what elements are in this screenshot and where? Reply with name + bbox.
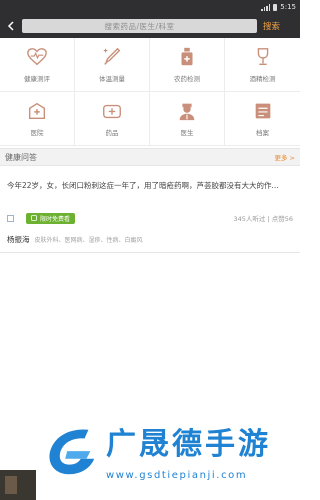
archive-icon (255, 103, 270, 119)
grid-item-archive[interactable]: 档案 (225, 92, 300, 146)
grid-item-health-assessment[interactable]: 健康测评 (0, 38, 75, 92)
watermark-overlay: 广晟德手游 www.gsdtiepianji.com (36, 418, 300, 500)
watermark-logo-icon (49, 429, 95, 475)
grid-item-medicine[interactable]: 药品 (75, 92, 150, 146)
doctor-name[interactable]: 杨振海 (7, 234, 30, 245)
image-icon (7, 214, 14, 222)
post-meta-row: 限时免费看 345人听过 | 点赞56 (7, 211, 293, 225)
read-count: 345人听过 | 点赞56 (233, 215, 294, 223)
doctor-icon (179, 103, 195, 121)
status-time: 5:15 (280, 3, 296, 11)
app-header: 搜索药品/医生/科室 搜索 (0, 14, 300, 38)
signal-icon (261, 3, 271, 11)
thermometer-icon (103, 47, 121, 65)
grid-label: 体温测量 (99, 75, 125, 83)
watermark-url: www.gsdtiepianji.com (106, 470, 248, 481)
grid-item-temperature[interactable]: 体温测量 (75, 38, 150, 92)
free-listen-button[interactable]: 限时免费看 (26, 212, 76, 224)
grid-label: 医生 (180, 129, 194, 137)
medicine-box-icon (103, 104, 121, 119)
status-bar: 5:15 (0, 0, 300, 14)
grid-label: 医院 (30, 129, 44, 137)
wine-glass-icon (257, 48, 268, 66)
battery-icon (273, 3, 278, 11)
doctor-row: 杨振海 皮肤外科、医网病、湿疹、性病、白癜风 (7, 234, 293, 245)
watermark-title: 广晟德手游 (106, 427, 271, 462)
back-button[interactable] (0, 14, 22, 38)
grid-label: 药品 (105, 129, 119, 137)
doctor-tags: 皮肤外科、医网病、湿疹、性病、白癜风 (34, 237, 143, 244)
grid-label: 农药检测 (174, 75, 200, 83)
grid-item-doctor[interactable]: 医生 (150, 92, 225, 146)
section-header: 健康问答 更多 > (0, 148, 300, 166)
grid-label: 酒精检测 (249, 75, 276, 83)
play-icon (31, 215, 37, 221)
grid-item-hospital[interactable]: 医院 (0, 92, 75, 146)
grid-label: 档案 (256, 129, 269, 137)
grid-item-alcohol[interactable]: 酒精检测 (225, 38, 300, 92)
back-icon (7, 21, 14, 31)
feature-grid: 健康测评 体温测量 农药检测 酒精检测 医院 药品 医生 档案 (0, 38, 300, 146)
grid-item-pesticide[interactable]: 农药检测 (150, 38, 225, 92)
free-badge-label: 限时免费看 (40, 215, 71, 223)
section-title: 健康问答 (5, 152, 37, 162)
hospital-icon (28, 102, 46, 120)
heart-pulse-icon (27, 48, 47, 66)
divider (0, 252, 300, 253)
grid-label: 健康测评 (24, 75, 50, 83)
more-link[interactable]: 更多 > (274, 152, 295, 162)
bottom-thumbnail (0, 470, 36, 500)
search-input[interactable]: 搜索药品/医生/科室 (22, 19, 257, 33)
search-button[interactable]: 搜索 (263, 20, 280, 32)
pesticide-bottle-icon (181, 47, 193, 66)
question-text[interactable]: 今年22岁，女，长闭口粉刺这症一年了，用了暗疮药啊，芦荟胶都没有大大的作... (7, 180, 293, 192)
